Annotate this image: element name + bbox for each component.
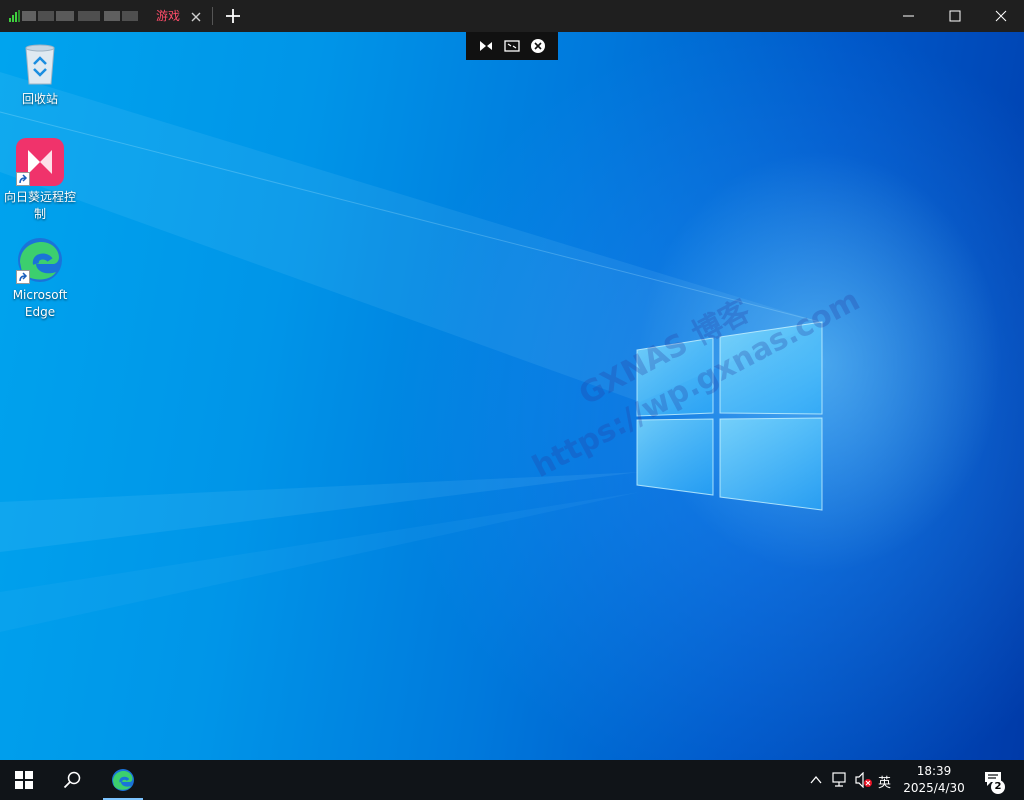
windows-start-icon bbox=[15, 771, 33, 789]
wallpaper bbox=[0, 72, 823, 632]
taskbar: 英 18:39 2025/4/30 2 bbox=[0, 760, 1024, 800]
show-hidden-icons-button[interactable] bbox=[806, 760, 826, 800]
send-keys-icon[interactable] bbox=[478, 38, 494, 54]
close-icon[interactable] bbox=[189, 9, 203, 23]
ime-button[interactable]: 英 bbox=[876, 760, 896, 800]
ime-indicator: 英 bbox=[878, 776, 892, 791]
remote-toolbar bbox=[466, 32, 558, 60]
hidden-host-name bbox=[22, 11, 138, 21]
maximize-icon bbox=[949, 10, 961, 22]
notification-count-badge: 2 bbox=[991, 780, 1005, 794]
chevron-up-icon bbox=[810, 775, 822, 784]
disconnect-icon[interactable] bbox=[530, 38, 546, 54]
desktop[interactable]: GXNAS 博客 https://wp.gxnas.com 回收站 向日葵远程控… bbox=[0, 32, 1024, 760]
network-icon bbox=[832, 772, 846, 787]
close-window-button[interactable] bbox=[978, 0, 1024, 32]
plus-icon[interactable] bbox=[224, 7, 242, 25]
minimize-icon bbox=[903, 15, 914, 17]
volume-muted-icon bbox=[855, 772, 872, 788]
close-icon bbox=[995, 10, 1007, 22]
taskbar-edge-button[interactable] bbox=[99, 760, 147, 800]
recycle-bin-icon bbox=[16, 40, 64, 88]
start-button[interactable] bbox=[0, 760, 48, 800]
sunlogin-icon bbox=[16, 138, 64, 186]
session-tab[interactable]: 游戏 bbox=[0, 0, 212, 32]
clock-date: 2025/4/30 bbox=[903, 781, 965, 795]
edge-icon bbox=[16, 236, 64, 284]
signal-strength-icon bbox=[9, 10, 21, 22]
edge-icon bbox=[112, 769, 134, 791]
title-bar: 游戏 bbox=[0, 0, 1024, 32]
minimize-button[interactable] bbox=[886, 0, 932, 32]
maximize-button[interactable] bbox=[932, 0, 978, 32]
system-clock[interactable]: 18:39 2025/4/30 bbox=[896, 763, 972, 797]
volume-button[interactable] bbox=[852, 760, 876, 800]
tab-label: 游戏 bbox=[156, 9, 181, 23]
network-button[interactable] bbox=[828, 760, 850, 800]
shortcut-arrow-icon bbox=[16, 172, 30, 186]
tab-divider bbox=[212, 7, 213, 25]
desktop-icon-edge[interactable]: Microsoft Edge bbox=[0, 236, 80, 321]
desktop-icon-sunlogin[interactable]: 向日葵远程控制 bbox=[0, 138, 80, 223]
search-button[interactable] bbox=[48, 760, 96, 800]
desktop-icon-label: Microsoft Edge bbox=[12, 288, 68, 319]
remote-session-window: 游戏 GXNAS 博客 https://wp.gxnas.com 回收站 向日葵… bbox=[0, 0, 1024, 800]
desktop-icon-label: 向日葵远程控制 bbox=[3, 190, 76, 221]
shortcut-arrow-icon bbox=[16, 270, 30, 284]
search-icon bbox=[63, 771, 81, 789]
desktop-icon-label: 回收站 bbox=[21, 92, 58, 106]
desktop-icon-recycle-bin[interactable]: 回收站 bbox=[0, 40, 80, 108]
fit-screen-icon[interactable] bbox=[504, 38, 520, 54]
clock-time: 18:39 bbox=[916, 764, 952, 778]
